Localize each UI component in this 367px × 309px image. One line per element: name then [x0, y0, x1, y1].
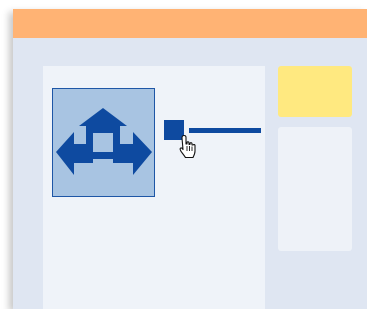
blank-card[interactable]	[278, 127, 352, 251]
sticky-note[interactable]	[278, 66, 352, 117]
hand-pointer-cursor-icon	[177, 134, 199, 160]
app-window	[13, 9, 367, 309]
drawing-canvas[interactable]	[43, 66, 265, 309]
four-way-arrows-shape[interactable]	[52, 88, 155, 197]
side-panel	[278, 66, 353, 309]
title-bar[interactable]	[13, 9, 367, 38]
connector-line[interactable]	[189, 128, 261, 133]
four-way-arrows-icon	[56, 108, 152, 175]
